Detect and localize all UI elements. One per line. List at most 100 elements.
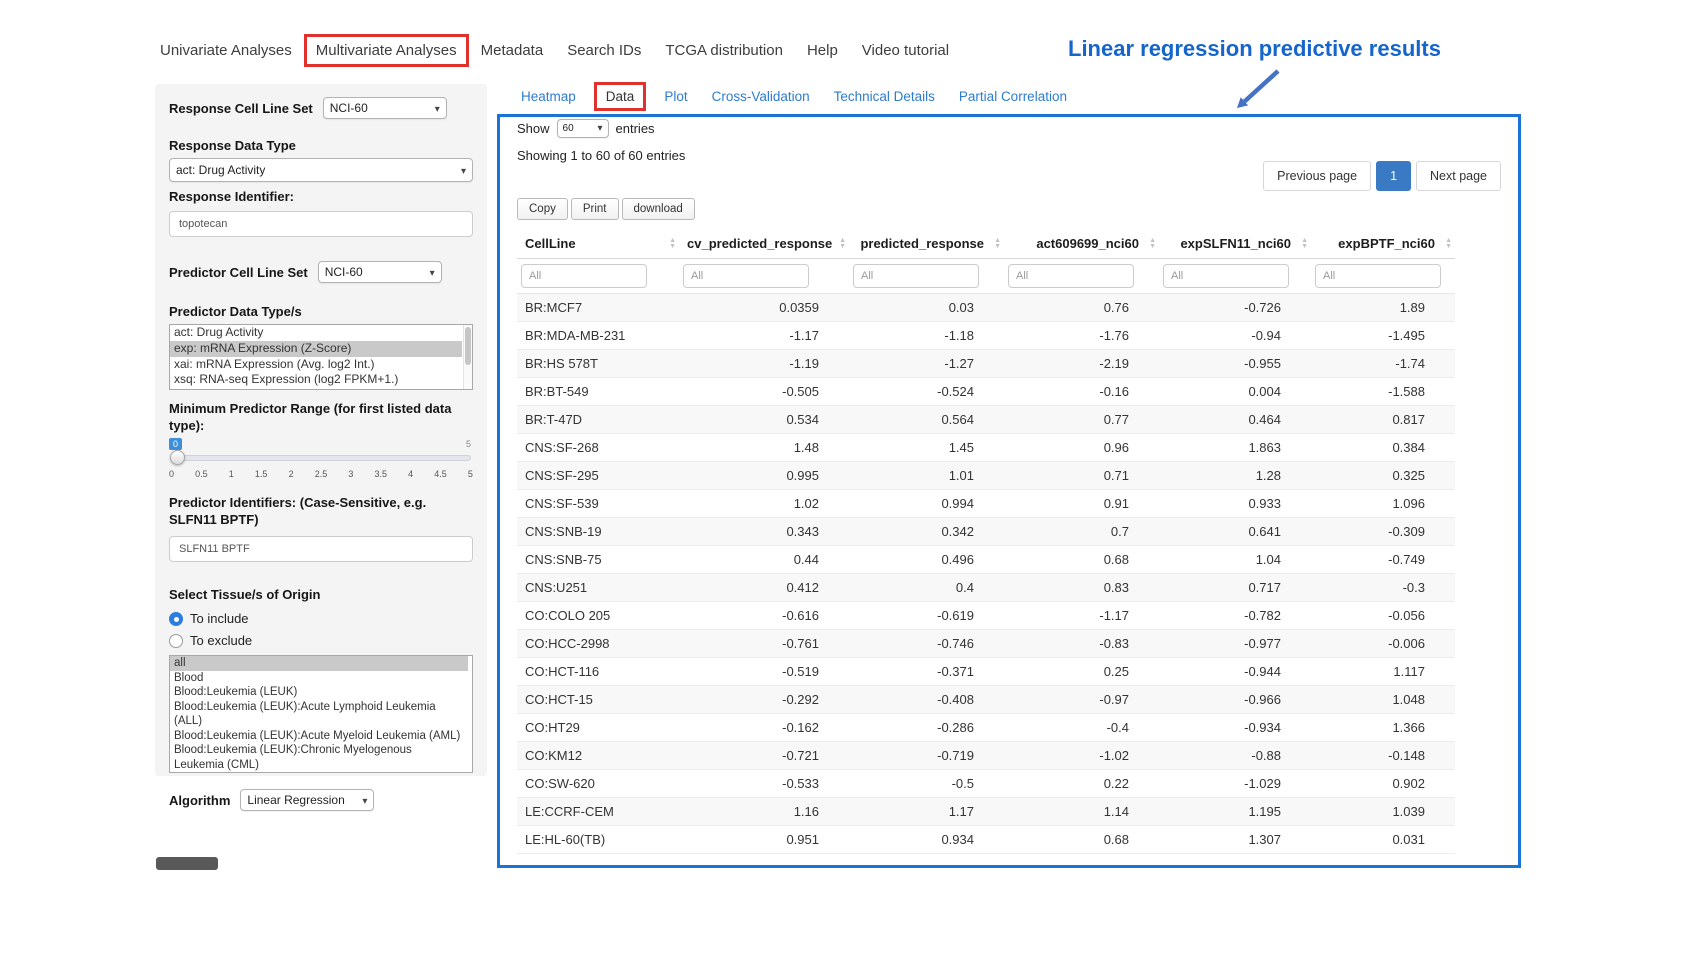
table-row[interactable]: LE:HL-60(TB) 0.951 0.934 0.68 1.307 0.03…	[517, 826, 1455, 854]
sort-icon[interactable]	[669, 238, 676, 250]
scrollbar[interactable]	[463, 325, 472, 389]
column-header[interactable]: cv_predicted_response	[679, 229, 849, 259]
nav-item[interactable]: Video tutorial	[850, 34, 961, 67]
column-filter-input[interactable]	[853, 264, 979, 288]
current-page-button[interactable]: 1	[1376, 161, 1411, 191]
table-row[interactable]: LE:CCRF-CEM 1.16 1.17 1.14 1.195 1.039	[517, 798, 1455, 826]
nav-item[interactable]: Help	[795, 34, 850, 67]
table-row[interactable]: CNS:SF-539 1.02 0.994 0.91 0.933 1.096	[517, 490, 1455, 518]
nav-item[interactable]: Metadata	[469, 34, 556, 67]
column-header[interactable]: expBPTF_nci60	[1311, 229, 1455, 259]
table-row[interactable]: CNS:SNB-75 0.44 0.496 0.68 1.04 -0.749	[517, 546, 1455, 574]
table-row[interactable]: CNS:SNB-19 0.343 0.342 0.7 0.641 -0.309	[517, 518, 1455, 546]
column-filter-input[interactable]	[683, 264, 809, 288]
table-row[interactable]: CO:HT29 -0.162 -0.286 -0.4 -0.934 1.366	[517, 714, 1455, 742]
export-buttons: CopyPrintdownload	[517, 198, 695, 220]
listbox-option[interactable]: xsq: RNA-seq Expression (log2 FPKM+1.)	[170, 372, 462, 388]
expslfn11-cell: 1.195	[1159, 798, 1311, 826]
tab[interactable]: Heatmap	[515, 82, 582, 111]
tissue-exclude-radio[interactable]: To exclude	[169, 633, 473, 648]
table-row[interactable]: CO:KM12 -0.721 -0.719 -1.02 -0.88 -0.148	[517, 742, 1455, 770]
table-row[interactable]: CNS:U251 0.412 0.4 0.83 0.717 -0.3	[517, 574, 1455, 602]
tissue-include-radio[interactable]: To include	[169, 611, 473, 626]
next-page-button[interactable]: Next page	[1416, 161, 1501, 191]
tab[interactable]: Plot	[658, 82, 693, 111]
response-cell-line-set-select[interactable]: NCI-60	[323, 97, 447, 119]
tab[interactable]: Cross-Validation	[706, 82, 816, 111]
table-row[interactable]: BR:T-47D 0.534 0.564 0.77 0.464 0.817	[517, 406, 1455, 434]
nav-item[interactable]: TCGA distribution	[653, 34, 795, 67]
export-button[interactable]: Print	[571, 198, 619, 220]
predicted-response-cell: 0.994	[849, 490, 1004, 518]
predictor-identifiers-input[interactable]	[169, 536, 473, 562]
predictor-data-types-label: Predictor Data Type/s	[169, 303, 473, 320]
table-row[interactable]: CO:HCT-15 -0.292 -0.408 -0.97 -0.966 1.0…	[517, 686, 1455, 714]
table-row[interactable]: CO:HCT-116 -0.519 -0.371 0.25 -0.944 1.1…	[517, 658, 1455, 686]
table-row[interactable]: BR:MDA-MB-231 -1.17 -1.18 -1.76 -0.94 -1…	[517, 322, 1455, 350]
previous-page-button[interactable]: Previous page	[1263, 161, 1371, 191]
table-row[interactable]: BR:HS 578T -1.19 -1.27 -2.19 -0.955 -1.7…	[517, 350, 1455, 378]
listbox-option[interactable]: all	[170, 656, 468, 671]
slider-track[interactable]	[171, 455, 471, 461]
sort-icon[interactable]	[1301, 238, 1308, 250]
cv-predicted-response-cell: 1.02	[679, 490, 849, 518]
listbox-option[interactable]: Blood:Leukemia (LEUK)	[170, 685, 468, 700]
slider-handle[interactable]	[170, 450, 185, 465]
column-header[interactable]: expSLFN11_nci60	[1159, 229, 1311, 259]
column-header[interactable]: predicted_response	[849, 229, 1004, 259]
table-row[interactable]: CNS:SF-268 1.48 1.45 0.96 1.863 0.384	[517, 434, 1455, 462]
listbox-option[interactable]: act: Drug Activity	[170, 325, 462, 341]
table-row[interactable]: CO:HCC-2998 -0.761 -0.746 -0.83 -0.977 -…	[517, 630, 1455, 658]
cv-predicted-response-cell: -1.17	[679, 322, 849, 350]
nav-item[interactable]: Search IDs	[555, 34, 653, 67]
predictor-identifiers-label: Predictor Identifiers: (Case-Sensitive, …	[169, 494, 473, 528]
table-row[interactable]: CO:SW-620 -0.533 -0.5 0.22 -1.029 0.902	[517, 770, 1455, 798]
algorithm-select[interactable]: Linear Regression	[240, 789, 374, 811]
listbox-option[interactable]: xai: mRNA Expression (Avg. log2 Int.)	[170, 357, 462, 373]
tab[interactable]: Partial Correlation	[953, 82, 1073, 111]
export-button[interactable]: download	[622, 198, 695, 220]
predicted-response-cell: 0.934	[849, 826, 1004, 854]
table-row[interactable]: CNS:SF-295 0.995 1.01 0.71 1.28 0.325	[517, 462, 1455, 490]
column-filter-input[interactable]	[1315, 264, 1441, 288]
sort-icon[interactable]	[1149, 238, 1156, 250]
column-header[interactable]: CellLine	[517, 229, 679, 259]
nav-item[interactable]: Univariate Analyses	[148, 34, 304, 67]
cellline-cell: LE:HL-60(TB)	[517, 826, 679, 854]
expbptf-cell: 1.039	[1311, 798, 1455, 826]
response-identifier-input[interactable]	[169, 211, 473, 237]
listbox-option[interactable]: Blood:Leukemia (LEUK):Acute Myeloid Leuk…	[170, 729, 468, 744]
listbox-option[interactable]: Blood	[170, 671, 468, 686]
table-row[interactable]: CO:COLO 205 -0.616 -0.619 -1.17 -0.782 -…	[517, 602, 1455, 630]
sort-icon[interactable]	[994, 238, 1001, 250]
response-data-type-select[interactable]: act: Drug Activity	[169, 158, 473, 182]
tab[interactable]: Data	[594, 82, 647, 111]
scrollbar-thumb[interactable]	[465, 327, 471, 365]
predictor-data-type-listbox[interactable]: act: Drug Activityexp: mRNA Expression (…	[169, 324, 473, 390]
sort-icon[interactable]	[1445, 238, 1452, 250]
expbptf-cell: 0.325	[1311, 462, 1455, 490]
entries-count-select[interactable]: 60	[557, 119, 609, 138]
tab[interactable]: Technical Details	[828, 82, 941, 111]
nav-item[interactable]: Multivariate Analyses	[304, 34, 469, 67]
act609699-cell: 0.25	[1004, 658, 1159, 686]
listbox-option[interactable]: Blood:Leukemia (LEUK):Acute Lymphoid Leu…	[170, 700, 468, 729]
min-predictor-range-slider[interactable]: 0 5 00.511.522.533.544.55	[169, 438, 473, 482]
column-header-label: expBPTF_nci60	[1338, 236, 1435, 251]
listbox-option[interactable]: Blood:Leukemia (LEUK):Chronic Myelogenou…	[170, 743, 468, 772]
predictor-cell-line-set-select[interactable]: NCI-60	[318, 261, 442, 283]
select-value: NCI-60	[325, 265, 363, 279]
column-filter-input[interactable]	[1008, 264, 1134, 288]
tissue-listbox[interactable]: allBloodBlood:Leukemia (LEUK)Blood:Leuke…	[169, 655, 473, 773]
expslfn11-cell: -1.029	[1159, 770, 1311, 798]
slider-tick-label: 0.5	[195, 469, 208, 479]
column-filter-input[interactable]	[521, 264, 647, 288]
listbox-option[interactable]: exp: mRNA Expression (Z-Score)	[170, 341, 462, 357]
table-row[interactable]: BR:BT-549 -0.505 -0.524 -0.16 0.004 -1.5…	[517, 378, 1455, 406]
column-header[interactable]: act609699_nci60	[1004, 229, 1159, 259]
predicted-response-cell: -0.619	[849, 602, 1004, 630]
export-button[interactable]: Copy	[517, 198, 568, 220]
column-filter-input[interactable]	[1163, 264, 1289, 288]
table-row[interactable]: BR:MCF7 0.0359 0.03 0.76 -0.726 1.89	[517, 294, 1455, 322]
sort-icon[interactable]	[839, 238, 846, 250]
